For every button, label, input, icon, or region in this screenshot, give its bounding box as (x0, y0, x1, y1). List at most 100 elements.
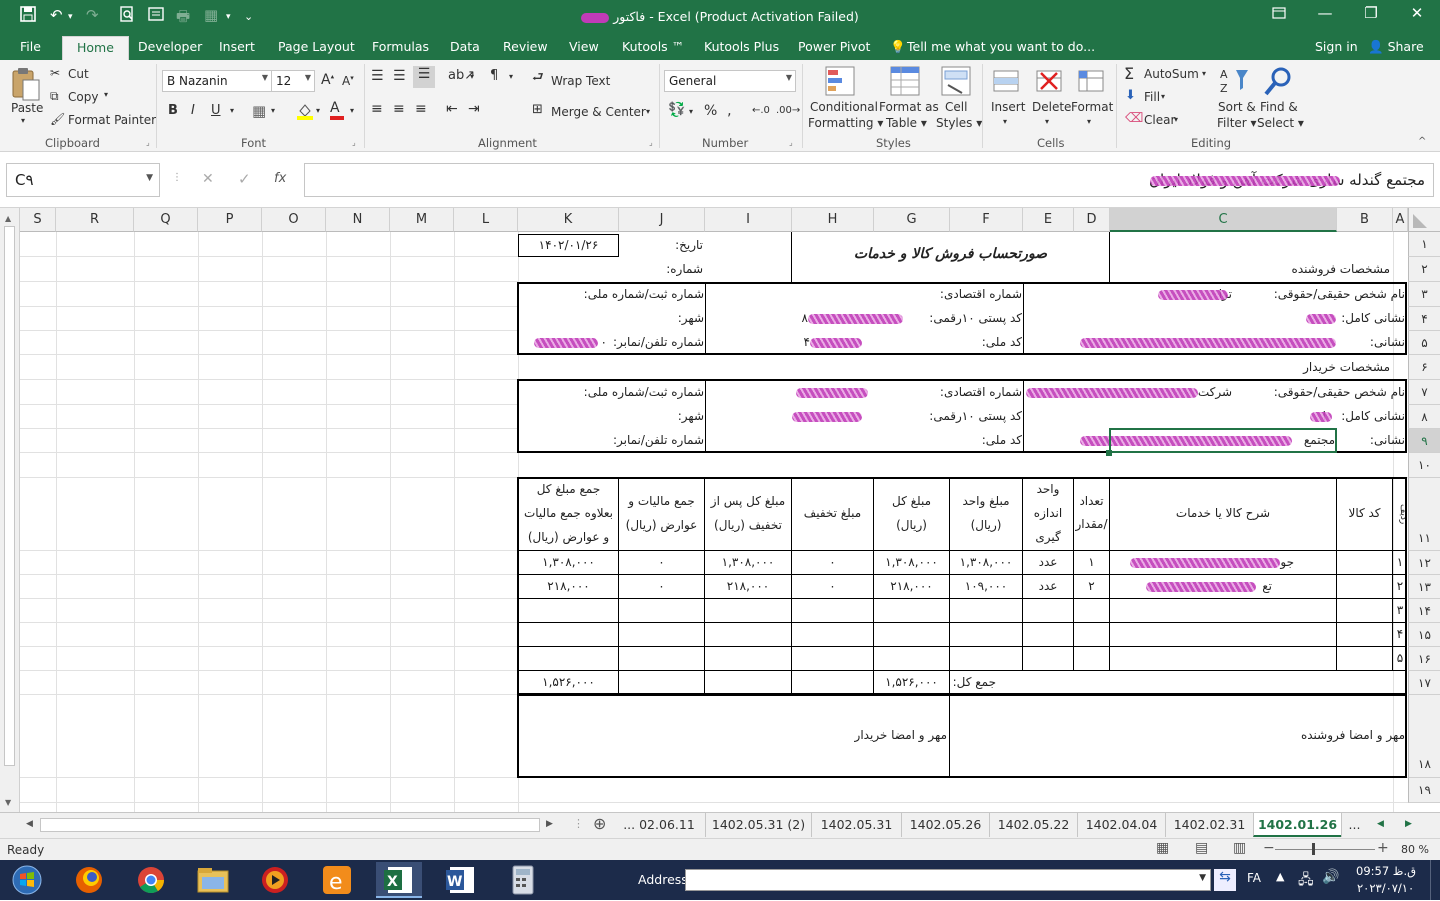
row-header[interactable]: ۱۸ (1408, 695, 1440, 778)
column-header-r[interactable]: R (56, 208, 134, 232)
row-header[interactable]: ۳ (1408, 282, 1440, 307)
currency-dropdown-icon[interactable]: ▾ (689, 107, 693, 116)
format-painter-button[interactable]: Format Painter (68, 113, 156, 127)
zoom-in-button[interactable]: + (1377, 840, 1389, 856)
language-indicator[interactable]: FA (1247, 871, 1261, 885)
chrome-icon[interactable] (128, 862, 174, 898)
number-format-combo[interactable]: General ▼ (664, 70, 796, 92)
file-explorer-icon[interactable] (190, 862, 236, 898)
horizontal-scrollbar[interactable] (40, 818, 540, 832)
sheet-tab[interactable]: 1402.05.26 (901, 813, 989, 837)
fill-icon[interactable]: ⬇ (1125, 88, 1136, 103)
autosum-dropdown-icon[interactable]: ▾ (1202, 69, 1206, 78)
row-header[interactable]: ۱۴ (1408, 599, 1440, 623)
orientation-dropdown-icon[interactable]: ▾ (470, 72, 474, 81)
alignment-launcher-icon[interactable]: ⌟ (649, 138, 653, 147)
tab-insert[interactable]: Insert (219, 39, 255, 54)
find-select-icon[interactable] (1262, 66, 1294, 98)
format-dropdown-icon[interactable]: ▾ (1087, 117, 1091, 126)
row-header[interactable]: ۷ (1408, 380, 1440, 405)
fill-color-icon[interactable] (296, 102, 314, 123)
delete-dropdown-icon[interactable]: ▾ (1045, 117, 1049, 126)
tab-kutools-plus[interactable]: Kutools Plus (704, 39, 779, 54)
new-sheet-button[interactable]: ⊕ (593, 814, 606, 833)
merge-center-button[interactable]: Merge & Center (551, 105, 646, 119)
page-break-view-icon[interactable]: ▥ (1233, 840, 1246, 856)
row-header[interactable]: ۱۰ (1408, 453, 1440, 478)
format-as-table-icon[interactable] (889, 65, 921, 97)
fill-handle[interactable] (1106, 450, 1112, 456)
column-header-g[interactable]: G (874, 208, 950, 232)
sort-filter-label-1[interactable]: Sort & (1218, 100, 1256, 114)
column-header-a[interactable]: A (1393, 208, 1408, 232)
merge-dropdown-icon[interactable]: ▾ (646, 107, 650, 116)
tab-page-layout[interactable]: Page Layout (278, 39, 355, 54)
row-header[interactable]: ۹ (1408, 429, 1440, 453)
column-header-k[interactable]: K (518, 208, 619, 232)
sign-in-link[interactable]: Sign in (1315, 39, 1358, 54)
selected-cell-c9[interactable] (1109, 428, 1337, 453)
zoom-level[interactable]: 80 % (1401, 843, 1429, 856)
row-header[interactable]: ۱۳ (1408, 575, 1440, 599)
text-direction-dropdown-icon[interactable]: ▾ (509, 72, 513, 81)
tab-review[interactable]: Review (503, 39, 548, 54)
chevron-down-icon[interactable]: ▼ (146, 173, 153, 183)
align-left-icon[interactable]: ≡ (371, 101, 383, 117)
font-size-combo[interactable]: 12 ▼ (271, 70, 315, 92)
scroll-up-icon[interactable]: ▲ (5, 214, 11, 223)
scroll-left-icon[interactable]: ◀ (26, 819, 33, 829)
format-as-table-label-2[interactable]: Table ▾ (886, 116, 927, 130)
bold-icon[interactable]: B (168, 103, 178, 118)
copy-dropdown-icon[interactable]: ▾ (104, 90, 108, 99)
row-header[interactable]: ۵ (1408, 331, 1440, 355)
normal-view-icon[interactable]: ▦ (1156, 840, 1169, 856)
decrease-font-icon[interactable]: A▾ (342, 74, 354, 88)
conditional-formatting-icon[interactable] (824, 65, 856, 97)
paste-button[interactable]: Paste (11, 101, 43, 115)
decrease-decimal-icon[interactable]: .00→ (776, 105, 800, 116)
scroll-right-icon[interactable]: ▶ (546, 819, 553, 829)
start-button[interactable] (4, 862, 50, 898)
volume-icon[interactable]: 🔊 (1322, 869, 1339, 885)
currency-icon[interactable]: 💱 (668, 102, 685, 118)
name-box[interactable]: C۹ ▼ (6, 163, 160, 197)
autosum-icon[interactable]: Σ (1124, 64, 1134, 83)
increase-font-icon[interactable]: A▴ (321, 72, 334, 88)
show-hidden-icons[interactable]: ▲ (1276, 870, 1284, 883)
column-header-l[interactable]: L (454, 208, 518, 232)
tab-view[interactable]: View (569, 39, 599, 54)
delete-cells-icon[interactable] (1033, 65, 1065, 97)
share-button[interactable]: 👤 Share (1368, 39, 1424, 55)
sheet-tab[interactable]: 1402.02.31 (1165, 813, 1253, 837)
chevron-down-icon[interactable]: ▼ (1199, 873, 1206, 883)
page-layout-view-icon[interactable]: ▤ (1195, 840, 1208, 856)
column-header-d[interactable]: D (1074, 208, 1110, 232)
format-painter-icon[interactable]: 🖌 (50, 112, 65, 126)
zoom-slider-thumb[interactable] (1312, 843, 1315, 855)
row-header[interactable]: ۶ (1408, 355, 1440, 380)
sheet-tab-active[interactable]: 1402.01.26 (1253, 813, 1341, 837)
tell-me-input[interactable]: Tell me what you want to do... (907, 39, 1095, 54)
cut-icon[interactable]: ✂ (50, 66, 60, 80)
excel-taskbar-icon[interactable]: X (376, 862, 422, 898)
find-select-label-1[interactable]: Find & (1260, 100, 1298, 114)
column-header-p[interactable]: P (198, 208, 262, 232)
column-header-o[interactable]: O (262, 208, 326, 232)
zoom-out-button[interactable]: − (1263, 840, 1275, 856)
column-header-q[interactable]: Q (134, 208, 198, 232)
row-header[interactable]: ۱۵ (1408, 623, 1440, 647)
media-player-icon[interactable] (252, 862, 298, 898)
clock-time[interactable]: ق.ظ 09:57 (1356, 864, 1416, 878)
number-launcher-icon[interactable]: ⌟ (789, 138, 793, 147)
conditional-formatting-label-1[interactable]: Conditional (810, 100, 878, 114)
increase-decimal-icon[interactable]: ←.0 (752, 105, 770, 116)
increase-indent-icon[interactable]: ⇥ (468, 101, 480, 117)
sheet-tab[interactable]: 1402.05.31 (2) (705, 813, 811, 837)
row-header[interactable]: ۲ (1408, 257, 1440, 282)
fill-color-dropdown-icon[interactable]: ▾ (316, 106, 320, 115)
tab-power-pivot[interactable]: Power Pivot (798, 39, 870, 54)
font-name-combo[interactable]: B Nazanin ▼ (162, 70, 272, 92)
autosum-button[interactable]: AutoSum (1144, 67, 1199, 81)
tab-kutools[interactable]: Kutools ™ (622, 39, 684, 54)
sheet-tab[interactable]: 1402.05.31 (811, 813, 901, 837)
